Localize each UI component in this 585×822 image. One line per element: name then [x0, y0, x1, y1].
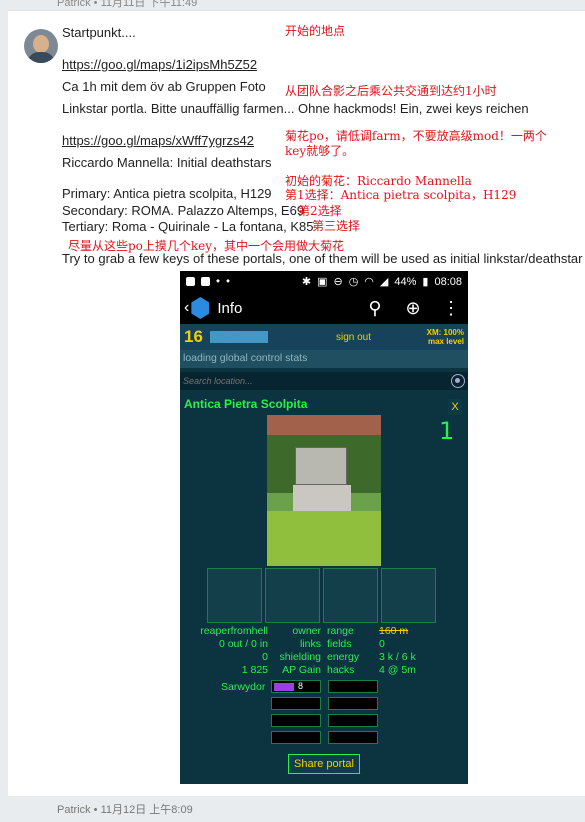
- map-link-1[interactable]: https://goo.gl/maps/1i2ipsMh5Z52: [62, 57, 257, 72]
- note-primary: 第1选择：Antica pietra scolpita，H129: [285, 188, 517, 202]
- post-line-linkstar: Linkstar portla. Bitte unauffällig farme…: [62, 101, 529, 116]
- note-linkstar-2: key就够了。: [285, 144, 355, 158]
- battery-percent: 44%: [394, 275, 417, 288]
- close-portal-button[interactable]: X: [448, 399, 462, 415]
- resonator-level: 8: [296, 681, 306, 691]
- wifi-icon: ◠: [364, 276, 374, 288]
- hacks-label: hacks: [327, 664, 355, 676]
- post-line-secondary: Secondary: ROMA. Palazzo Altemps, E69: [62, 203, 305, 218]
- status-bar: ⬩ ⬩ ✱ ▣ ⊖ ◷ ◠ ◢ 44% ▮ 08:08: [180, 271, 468, 292]
- resonator-slot[interactable]: [328, 731, 378, 744]
- avatar[interactable]: [24, 29, 58, 63]
- energy-label: energy: [327, 651, 360, 663]
- portal-title: Antica Pietra Scolpita: [184, 397, 308, 411]
- image-icon: [201, 277, 210, 286]
- hacks-value: 4 @ 5m: [379, 664, 416, 676]
- back-icon[interactable]: ‹: [184, 299, 189, 317]
- resonator-slot[interactable]: [328, 680, 378, 693]
- location-icon: ⬩: [216, 275, 220, 287]
- shielding-value: 0: [262, 651, 268, 663]
- fields-value: 0: [379, 638, 385, 650]
- fields-label: fields: [327, 638, 352, 650]
- map-link-2[interactable]: https://goo.gl/maps/xWff7ygrzs42: [62, 133, 254, 148]
- stats-values-left: reaperfromhell 0 out / 0 in 0 1 825: [194, 625, 268, 677]
- agent-bar: 16 hidden sign out XM: 100% max level: [180, 324, 468, 350]
- signal-icon: ◢: [379, 276, 389, 288]
- post-line-tertiary: Tertiary: Roma - Quirinale - La fontana,…: [62, 219, 314, 234]
- nfc-icon: ▣: [317, 276, 328, 288]
- battery-icon: ▮: [422, 276, 429, 288]
- max-level: max level: [427, 337, 464, 346]
- resonator-grid: 8: [271, 680, 378, 744]
- post-footer-meta: Patrick • 11月12日 上午8:09: [57, 804, 193, 816]
- bluetooth-icon: ✱: [301, 276, 312, 288]
- range-value: 160 m: [379, 625, 409, 637]
- note-start: 开始的地点: [285, 24, 346, 38]
- note-transit: 从团队合影之后乘公共交通到达约1小时: [285, 84, 497, 98]
- loading-status: loading global control stats: [180, 350, 468, 368]
- ap-label: AP Gain: [282, 664, 321, 676]
- sign-out-link[interactable]: sign out: [336, 332, 371, 343]
- post-line-deathstars: Riccardo Mannella: Initial deathstars: [62, 155, 272, 170]
- search-icon[interactable]: ⚲: [362, 298, 388, 319]
- stats-labels-left: owner links shielding AP Gain: [276, 625, 321, 677]
- app-bar: ‹ Info ⚲ ⊕ ⋮: [180, 292, 468, 324]
- agent-level: 16: [184, 327, 203, 346]
- search-row: [180, 372, 468, 390]
- app-logo-icon: [191, 297, 210, 319]
- portal-number-label: 1: [439, 417, 455, 445]
- xm-percent: XM: 100%: [426, 328, 464, 337]
- range-label: range: [327, 625, 354, 637]
- dnd-icon: ⊖: [333, 276, 343, 288]
- links-value: 0 out / 0 in: [218, 638, 268, 650]
- resonator-slot[interactable]: [271, 697, 321, 710]
- mod-slot[interactable]: [265, 568, 320, 623]
- stats-labels-right: range fields energy hacks: [327, 625, 379, 677]
- locate-target-icon[interactable]: [451, 374, 465, 388]
- owner-name[interactable]: reaperfromhell: [194, 625, 268, 638]
- clock: 08:08: [434, 275, 462, 288]
- post-line-primary: Primary: Antica pietra scolpita, H129: [62, 186, 272, 201]
- shielding-label: shielding: [279, 651, 321, 663]
- post-line-start: Startpunkt....: [62, 25, 136, 40]
- crosshair-icon[interactable]: ⊕: [400, 298, 426, 319]
- mod-slot[interactable]: [381, 568, 436, 623]
- resonator-owner[interactable]: Sarwydor: [221, 681, 265, 693]
- location-icon-2: ⬩: [225, 275, 230, 287]
- resonator-slot[interactable]: [328, 714, 378, 727]
- note-tertiary: 第三选择: [312, 219, 361, 233]
- owner-label: owner: [292, 625, 321, 637]
- xm-status: XM: 100% max level: [427, 328, 464, 346]
- post-line-transit: Ca 1h mit dem öv ab Gruppen Foto: [62, 79, 266, 94]
- resonator-slot[interactable]: [328, 697, 378, 710]
- overflow-menu-icon[interactable]: ⋮: [438, 298, 464, 319]
- search-location-input[interactable]: [183, 376, 451, 386]
- note-try: 尽量从这些po上摸几个key，其中一个会用做大菊花: [68, 239, 345, 253]
- stats-values-right: 160 m 0 3 k / 6 k 4 @ 5m: [379, 625, 439, 677]
- mod-slot[interactable]: [323, 568, 378, 623]
- phone-screenshot: ⬩ ⬩ ✱ ▣ ⊖ ◷ ◠ ◢ 44% ▮ 08:08 ‹ Info ⚲ ⊕ ⋮…: [180, 271, 468, 784]
- links-label: links: [299, 638, 321, 650]
- portal-photo[interactable]: [267, 415, 381, 566]
- resonator-slot[interactable]: 8: [271, 680, 321, 693]
- mod-slots: [207, 568, 436, 623]
- agent-name-redacted: hidden: [210, 331, 268, 343]
- resonator-slot[interactable]: [271, 731, 321, 744]
- post-header-meta: Patrick • 11月11日 下午11:49: [57, 0, 198, 9]
- app-title: Info: [217, 299, 243, 317]
- energy-value: 3 k / 6 k: [379, 651, 416, 663]
- share-portal-button[interactable]: Share portal: [288, 754, 360, 774]
- resonator-slot[interactable]: [271, 714, 321, 727]
- alarm-icon: ◷: [348, 276, 359, 288]
- notification-icon: [186, 277, 195, 286]
- ap-value: 1 825: [241, 664, 268, 676]
- mod-slot[interactable]: [207, 568, 262, 623]
